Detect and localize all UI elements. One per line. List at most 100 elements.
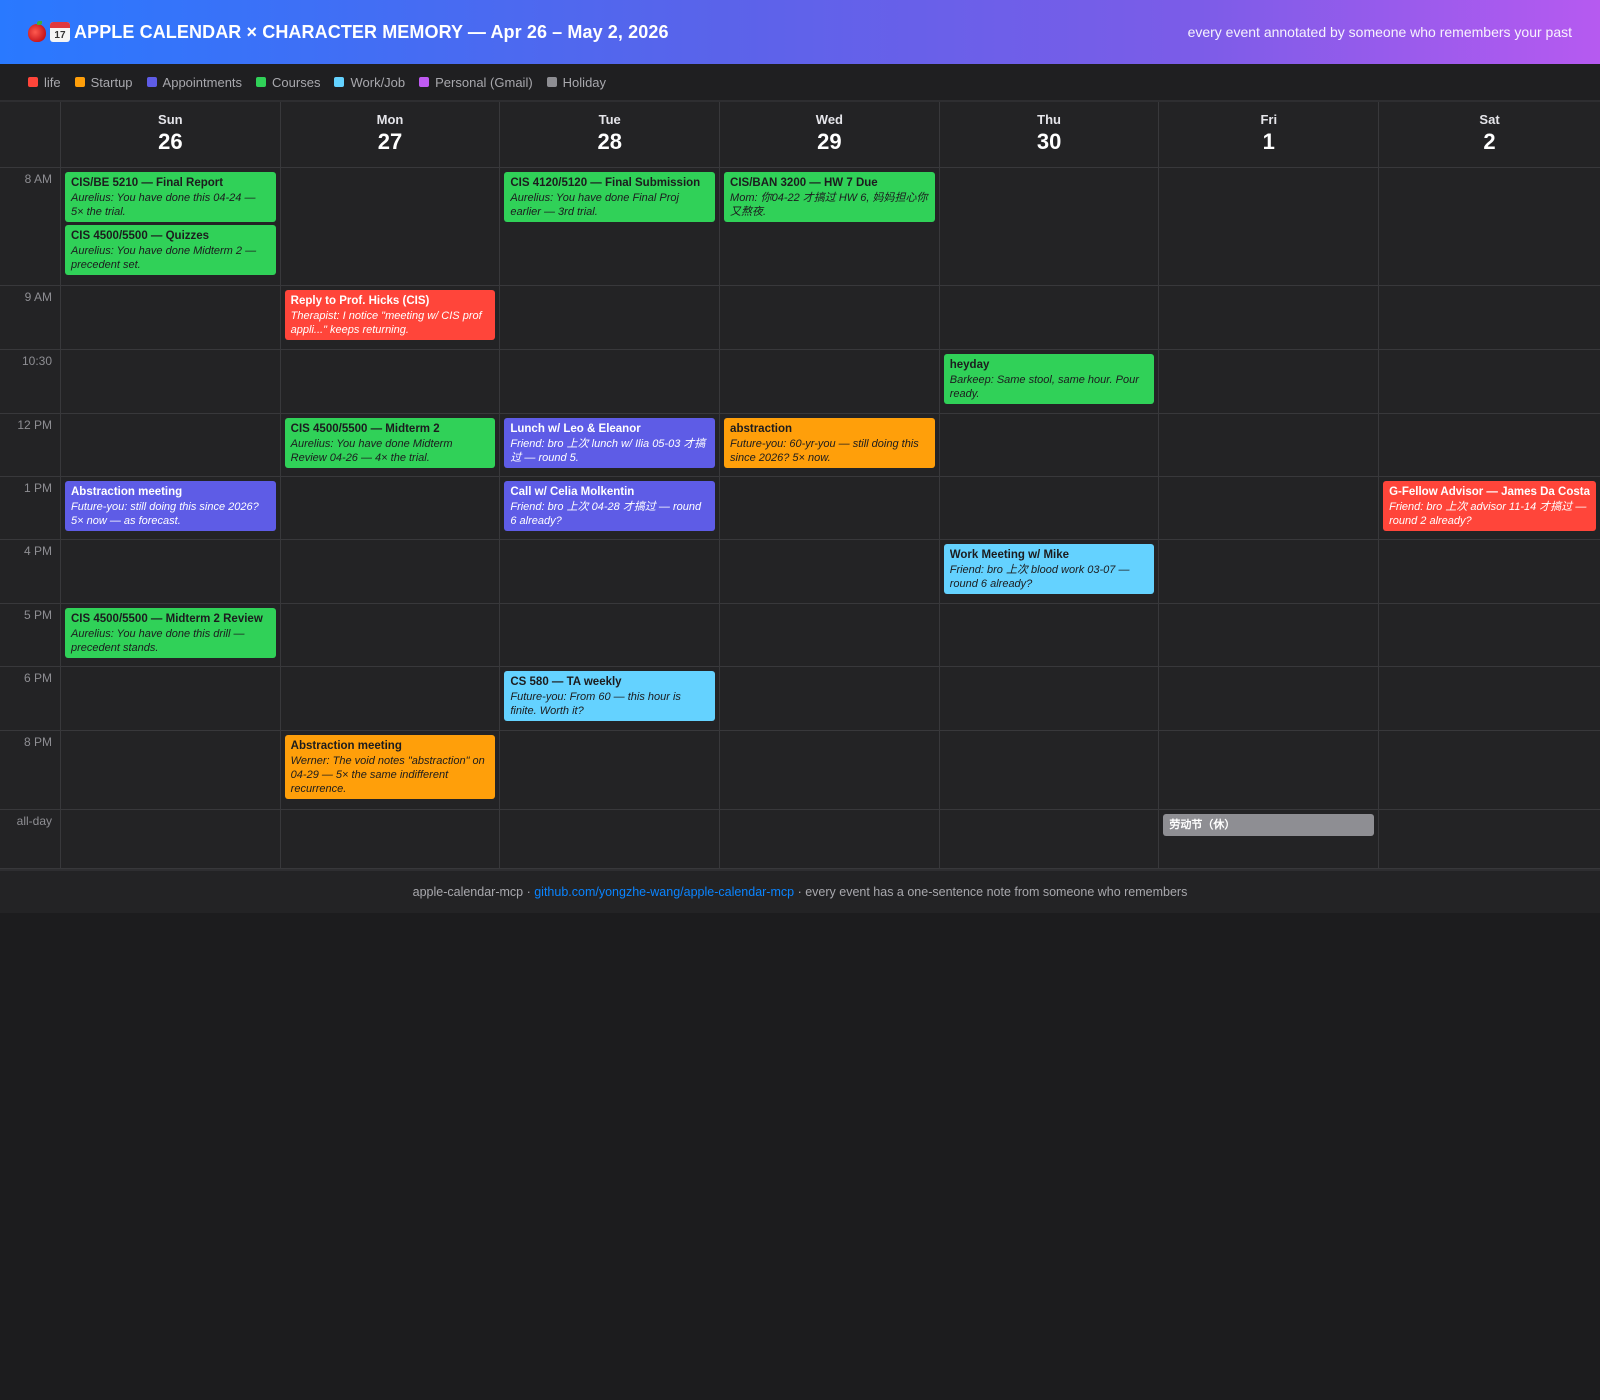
slot-cell[interactable]: heyday Barkeep: Same stool, same hour. Po… xyxy=(938,350,1159,414)
slot-cell[interactable] xyxy=(938,477,1159,540)
day-header-tue[interactable]: Tue 28 xyxy=(499,102,720,168)
event-card[interactable]: Reply to Prof. Hicks (CIS) Therapist: I n… xyxy=(284,290,496,340)
allday-cell[interactable] xyxy=(938,810,1159,869)
event-card[interactable]: Abstraction meeting Future-you: still doi… xyxy=(65,481,276,531)
slot-cell[interactable]: Work Meeting w/ Mike Friend: bro 上次 blood… xyxy=(938,540,1159,604)
slot-cell[interactable] xyxy=(499,350,720,414)
slot-cell[interactable] xyxy=(1378,540,1600,604)
day-header-thu[interactable]: Thu 30 xyxy=(938,102,1159,168)
legend-item-work-job[interactable]: Work/Job xyxy=(334,75,405,90)
allday-cell[interactable] xyxy=(279,810,500,869)
slot-cell[interactable] xyxy=(1158,667,1379,731)
slot-cell[interactable]: Abstraction meeting Werner: The void note… xyxy=(279,731,500,810)
event-card[interactable]: CIS 4500/5500 — Quizzes Aurelius: You hav… xyxy=(65,225,276,275)
slot-cell[interactable]: G-Fellow Advisor — James Da Costa Friend:… xyxy=(1378,477,1600,540)
slot-cell[interactable] xyxy=(719,286,939,350)
slot-cell[interactable] xyxy=(1378,414,1600,477)
legend-item-personal-gmail[interactable]: Personal (Gmail) xyxy=(419,75,533,90)
slot-cell[interactable] xyxy=(499,286,720,350)
slot-cell[interactable]: Lunch w/ Leo & Eleanor Friend: bro 上次 lun… xyxy=(499,414,720,477)
slot-cell[interactable] xyxy=(1158,731,1379,810)
event-card[interactable]: CS 580 — TA weekly Future-you: From 60 — … xyxy=(504,671,716,721)
slot-cell[interactable]: CS 580 — TA weekly Future-you: From 60 — … xyxy=(499,667,720,731)
event-card[interactable]: abstraction Future-you: 60-yr-you — still… xyxy=(724,418,935,468)
slot-cell[interactable] xyxy=(279,604,500,667)
event-card[interactable]: CIS/BE 5210 — Final Report Aurelius: You … xyxy=(65,172,276,222)
event-card[interactable]: CIS/BAN 3200 — HW 7 Due Mom: 你04-22 才搞过 H… xyxy=(724,172,935,222)
legend-item-courses[interactable]: Courses xyxy=(256,75,320,90)
slot-cell[interactable] xyxy=(719,667,939,731)
slot-cell[interactable] xyxy=(1378,604,1600,667)
day-header-fri[interactable]: Fri 1 xyxy=(1158,102,1379,168)
day-header-sat[interactable]: Sat 2 xyxy=(1378,102,1600,168)
day-header-sun[interactable]: Sun 26 xyxy=(60,102,280,168)
slot-cell[interactable] xyxy=(1158,477,1379,540)
event-card[interactable]: heyday Barkeep: Same stool, same hour. Po… xyxy=(943,354,1155,404)
legend-item-holiday[interactable]: Holiday xyxy=(546,75,606,90)
slot-cell[interactable] xyxy=(1378,286,1600,350)
slot-cell[interactable] xyxy=(279,168,500,286)
slot-cell[interactable] xyxy=(60,731,280,810)
event-card[interactable]: Abstraction meeting Werner: The void note… xyxy=(284,735,496,799)
slot-cell[interactable] xyxy=(279,667,500,731)
slot-cell[interactable] xyxy=(499,731,720,810)
slot-cell[interactable] xyxy=(1378,350,1600,414)
day-header-mon[interactable]: Mon 27 xyxy=(279,102,500,168)
slot-cell[interactable] xyxy=(1158,414,1379,477)
slot-cell[interactable] xyxy=(719,350,939,414)
slot-cell[interactable] xyxy=(1378,731,1600,810)
slot-cell[interactable] xyxy=(60,350,280,414)
slot-cell[interactable]: CIS/BE 5210 — Final Report Aurelius: You … xyxy=(60,168,280,286)
slot-cell[interactable] xyxy=(938,604,1159,667)
legend-item-startup[interactable]: Startup xyxy=(74,75,133,90)
event-card[interactable]: CIS 4120/5120 — Final Submission Aurelius… xyxy=(504,172,716,222)
slot-cell[interactable] xyxy=(60,540,280,604)
slot-cell[interactable] xyxy=(938,731,1159,810)
repo-link[interactable]: github.com/yongzhe-wang/apple-calendar-m… xyxy=(534,885,794,899)
day-header-wed[interactable]: Wed 29 xyxy=(719,102,939,168)
slot-cell[interactable] xyxy=(719,604,939,667)
slot-cell[interactable] xyxy=(279,540,500,604)
allday-cell[interactable] xyxy=(1378,810,1600,869)
event-card[interactable]: G-Fellow Advisor — James Da Costa Friend:… xyxy=(1383,481,1596,531)
slot-cell[interactable]: CIS/BAN 3200 — HW 7 Due Mom: 你04-22 才搞过 H… xyxy=(719,168,939,286)
slot-cell[interactable] xyxy=(938,414,1159,477)
allday-cell[interactable] xyxy=(499,810,720,869)
event-card[interactable]: CIS 4500/5500 — Midterm 2 Review Aurelius… xyxy=(65,608,276,658)
slot-cell[interactable] xyxy=(279,350,500,414)
slot-cell[interactable] xyxy=(1378,168,1600,286)
allday-cell[interactable] xyxy=(719,810,939,869)
legend-item-life[interactable]: life xyxy=(28,75,61,90)
event-card[interactable]: Lunch w/ Leo & Eleanor Friend: bro 上次 lun… xyxy=(504,418,716,468)
event-card[interactable]: CIS 4500/5500 — Midterm 2 Aurelius: You h… xyxy=(284,418,496,468)
slot-cell[interactable]: Abstraction meeting Future-you: still doi… xyxy=(60,477,280,540)
slot-cell[interactable] xyxy=(279,477,500,540)
slot-cell[interactable] xyxy=(1378,667,1600,731)
slot-cell[interactable]: Reply to Prof. Hicks (CIS) Therapist: I n… xyxy=(279,286,500,350)
slot-cell[interactable] xyxy=(1158,168,1379,286)
event-card[interactable]: Call w/ Celia Molkentin Friend: bro 上次 04… xyxy=(504,481,716,531)
slot-cell[interactable] xyxy=(719,731,939,810)
legend-item-appointments[interactable]: Appointments xyxy=(146,75,242,90)
slot-cell[interactable] xyxy=(499,540,720,604)
slot-cell[interactable] xyxy=(1158,540,1379,604)
slot-cell[interactable] xyxy=(938,286,1159,350)
holiday-event-card[interactable]: 劳动节（休） xyxy=(1163,814,1375,836)
event-card[interactable]: Work Meeting w/ Mike Friend: bro 上次 blood… xyxy=(943,544,1155,594)
slot-cell[interactable]: abstraction Future-you: 60-yr-you — still… xyxy=(719,414,939,477)
slot-cell[interactable]: CIS 4500/5500 — Midterm 2 Aurelius: You h… xyxy=(279,414,500,477)
slot-cell[interactable] xyxy=(1158,286,1379,350)
slot-cell[interactable]: CIS 4120/5120 — Final Submission Aurelius… xyxy=(499,168,720,286)
allday-cell[interactable]: 劳动节（休） xyxy=(1158,810,1379,869)
slot-cell[interactable] xyxy=(938,168,1159,286)
slot-cell[interactable] xyxy=(719,540,939,604)
slot-cell[interactable] xyxy=(499,604,720,667)
allday-cell[interactable] xyxy=(60,810,280,869)
slot-cell[interactable] xyxy=(60,286,280,350)
slot-cell[interactable] xyxy=(60,667,280,731)
slot-cell[interactable]: CIS 4500/5500 — Midterm 2 Review Aurelius… xyxy=(60,604,280,667)
slot-cell[interactable] xyxy=(938,667,1159,731)
slot-cell[interactable]: Call w/ Celia Molkentin Friend: bro 上次 04… xyxy=(499,477,720,540)
slot-cell[interactable] xyxy=(1158,604,1379,667)
slot-cell[interactable] xyxy=(719,477,939,540)
